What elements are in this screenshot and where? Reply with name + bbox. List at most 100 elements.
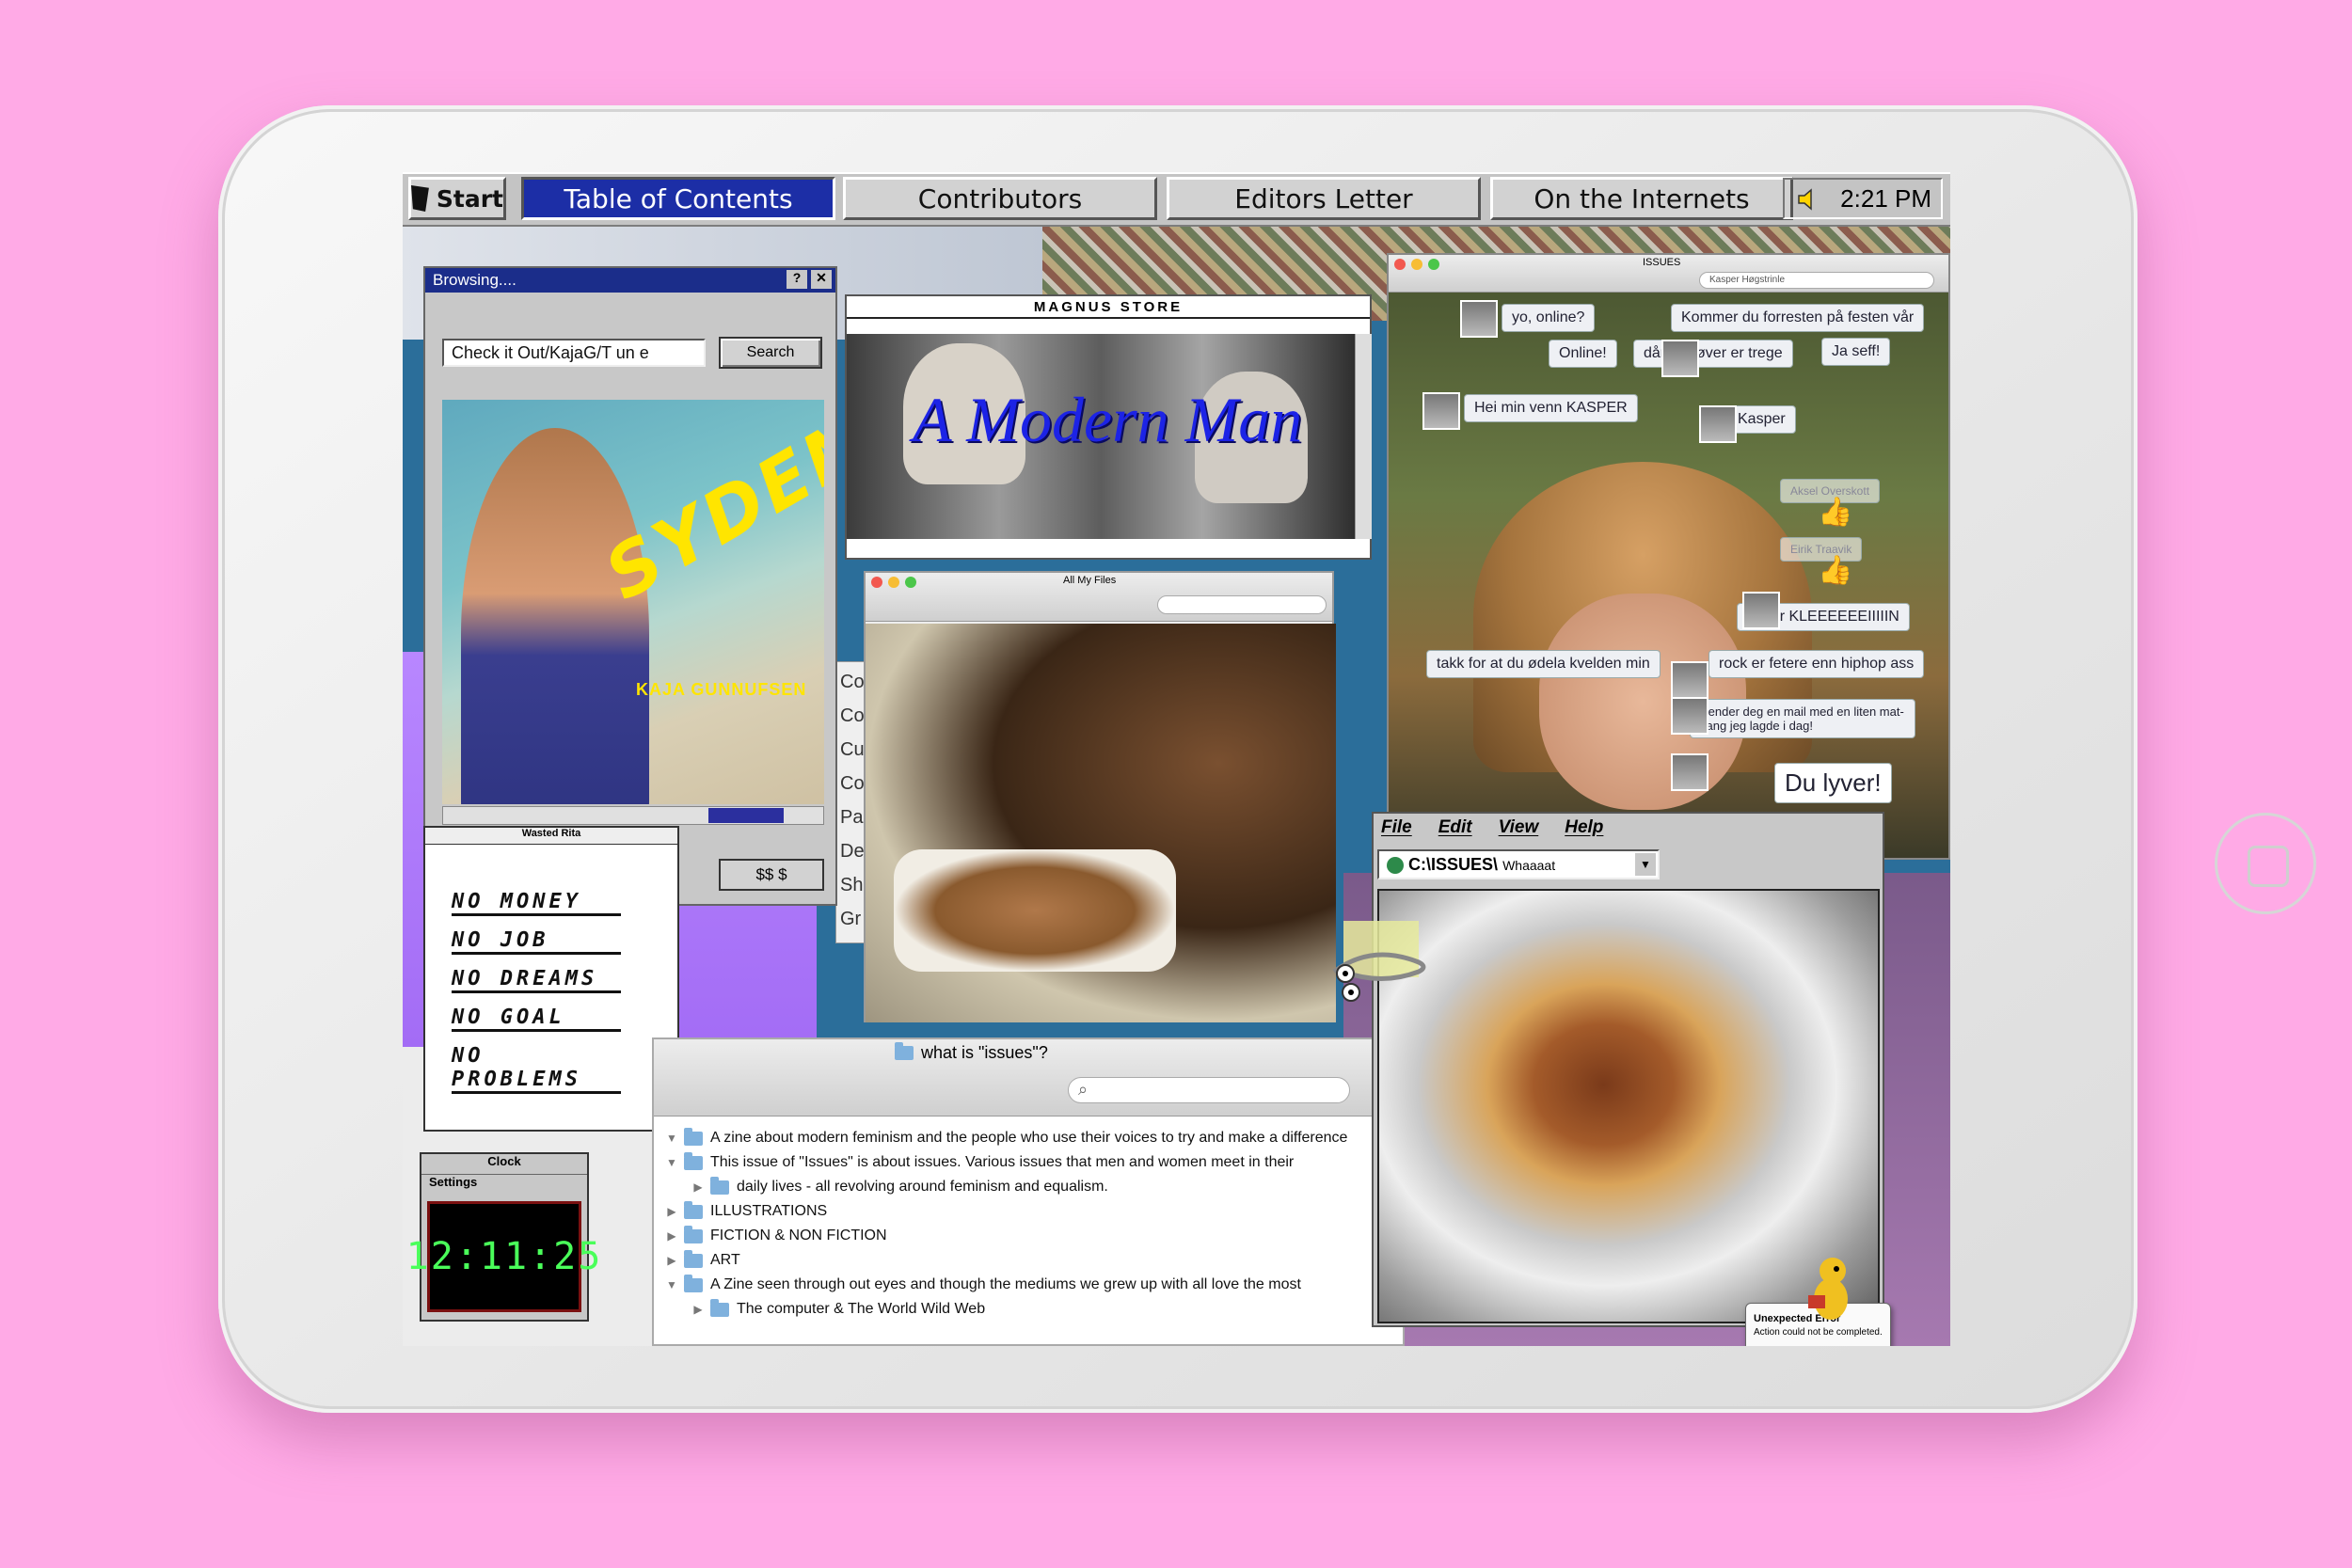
files-toolbar: All My Files bbox=[866, 573, 1332, 622]
folder-icon bbox=[684, 1225, 703, 1243]
rita-line: NO PROBLEMS bbox=[452, 1044, 621, 1094]
avatar[interactable] bbox=[1422, 392, 1460, 430]
close-icon[interactable]: ✕ bbox=[811, 270, 832, 289]
all-my-files-window: All My Files bbox=[864, 571, 1336, 1022]
speaker-icon[interactable] bbox=[1796, 187, 1820, 212]
thumbs-up-icon[interactable]: 👍 bbox=[1818, 496, 1852, 529]
path-dropdown[interactable]: C:\ISSUES\ Whaaaat ▼ bbox=[1377, 849, 1660, 879]
menu-view[interactable]: View bbox=[1499, 817, 1539, 840]
clock-time: 2:21 PM bbox=[1840, 183, 1931, 213]
finder-row-label: FICTION & NON FICTION bbox=[710, 1227, 887, 1243]
avatar[interactable] bbox=[1671, 661, 1708, 699]
finder-row-label: A zine about modern feminism and the peo… bbox=[710, 1130, 1348, 1146]
menu-edit[interactable]: Edit bbox=[1438, 817, 1472, 840]
menu-help[interactable]: Help bbox=[1565, 817, 1603, 840]
tab-table-of-contents[interactable]: Table of Contents bbox=[521, 177, 835, 220]
files-search-field[interactable] bbox=[1157, 595, 1327, 614]
finder-row[interactable]: ▶ ART bbox=[654, 1248, 1406, 1273]
finder-row[interactable]: ▼ A Zine seen through out eyes and though… bbox=[654, 1273, 1406, 1297]
disclosure-closed-icon[interactable]: ▶ bbox=[691, 1180, 705, 1194]
finder-search-field[interactable]: ⌕ bbox=[1068, 1077, 1350, 1103]
start-button[interactable]: Start bbox=[408, 177, 506, 220]
disclosure-open-icon[interactable]: ▼ bbox=[665, 1156, 678, 1169]
finder-window: what is "issues"? ⌕ ▼ A zine about modern… bbox=[652, 1037, 1405, 1346]
finder-row-label: ART bbox=[710, 1252, 740, 1268]
avatar[interactable] bbox=[1699, 405, 1737, 443]
finder-row-label: A Zine seen through out eyes and though … bbox=[710, 1276, 1301, 1292]
side-label[interactable]: Sh bbox=[840, 875, 863, 896]
finder-row[interactable]: ▶ FICTION & NON FICTION bbox=[654, 1224, 1406, 1248]
close-dot-icon[interactable] bbox=[1394, 259, 1406, 270]
rita-title: Wasted Rita bbox=[425, 828, 677, 845]
finder-row[interactable]: ▶ ILLUSTRATIONS bbox=[654, 1199, 1406, 1224]
finder-row[interactable]: ▼ This issue of "Issues" is about issues.… bbox=[654, 1150, 1406, 1175]
tab-editors-letter[interactable]: Editors Letter bbox=[1167, 177, 1481, 220]
finder-row[interactable]: ▶ daily lives - all revolving around femi… bbox=[654, 1175, 1406, 1199]
path-text: C:\ISSUES\ bbox=[1408, 855, 1499, 874]
tab-contributors[interactable]: Contributors bbox=[843, 177, 1157, 220]
kitchen-photo bbox=[866, 624, 1336, 1022]
minimize-dot-icon[interactable] bbox=[888, 577, 899, 588]
dog-assistant-icon[interactable] bbox=[1795, 1254, 1861, 1329]
screen: Co Co Cu Co Pa De Sh Gr Start Table of Contents… bbox=[403, 172, 1950, 1346]
chevron-down-icon[interactable]: ▼ bbox=[1635, 853, 1656, 876]
side-label[interactable]: Cu bbox=[840, 739, 865, 761]
files-title: All My Files bbox=[1063, 575, 1117, 586]
rita-text: NO MONEY NO JOB NO DREAMS NO GOAL NO PROBLEM… bbox=[425, 845, 677, 1094]
browse-input[interactable]: Check it Out/KajaG/T un e bbox=[442, 339, 706, 367]
avatar[interactable] bbox=[1671, 753, 1708, 791]
side-label[interactable]: Pa bbox=[840, 807, 863, 829]
chat-message: takk for at du ødela kvelden min bbox=[1426, 650, 1661, 678]
chat-message: Online! bbox=[1549, 340, 1617, 368]
search-button[interactable]: Search bbox=[719, 337, 822, 369]
side-label[interactable]: Co bbox=[840, 705, 865, 727]
drive-icon bbox=[1387, 857, 1404, 875]
disclosure-closed-icon[interactable]: ▶ bbox=[691, 1303, 705, 1316]
horizontal-scrollbar[interactable] bbox=[442, 806, 824, 825]
disclosure-open-icon[interactable]: ▼ bbox=[665, 1278, 678, 1291]
side-label[interactable]: Gr bbox=[840, 909, 861, 930]
disclosure-closed-icon[interactable]: ▶ bbox=[665, 1229, 678, 1243]
issues-search-field[interactable]: Kasper Høgstrinle bbox=[1699, 272, 1934, 289]
disclosure-open-icon[interactable]: ▼ bbox=[665, 1132, 678, 1145]
clippy-icon[interactable] bbox=[1325, 915, 1438, 1019]
finder-row-label: The computer & The World Wild Web bbox=[737, 1301, 986, 1317]
close-dot-icon[interactable] bbox=[871, 577, 882, 588]
disclosure-closed-icon[interactable]: ▶ bbox=[665, 1205, 678, 1218]
browsing-title: Browsing.... bbox=[433, 271, 516, 289]
menu-file[interactable]: File bbox=[1381, 817, 1412, 840]
roast-chicken bbox=[894, 849, 1176, 972]
folder-icon bbox=[684, 1127, 703, 1146]
zoom-dot-icon[interactable] bbox=[905, 577, 916, 588]
finder-title: what is "issues"? bbox=[921, 1043, 1048, 1062]
folder-icon bbox=[710, 1298, 729, 1317]
finder-row[interactable]: ▼ A zine about modern feminism and the pe… bbox=[654, 1126, 1406, 1150]
modern-man-banner: MAGNUS STORE bbox=[847, 296, 1370, 319]
avatar[interactable] bbox=[1742, 592, 1780, 629]
help-icon[interactable]: ? bbox=[787, 270, 807, 289]
finder-row-label: daily lives - all revolving around femin… bbox=[737, 1179, 1108, 1195]
home-button[interactable] bbox=[2215, 813, 2316, 914]
side-label[interactable]: Co bbox=[840, 773, 865, 795]
disclosure-closed-icon[interactable]: ▶ bbox=[665, 1254, 678, 1267]
thumbs-up-icon[interactable]: 👍 bbox=[1818, 554, 1852, 587]
taskbar-clock[interactable]: 2:21 PM bbox=[1783, 178, 1943, 219]
side-label[interactable]: Co bbox=[840, 672, 865, 693]
price-button[interactable]: $$ $ bbox=[719, 859, 824, 891]
zoom-dot-icon[interactable] bbox=[1428, 259, 1439, 270]
tab-on-the-internets[interactable]: On the Internets bbox=[1490, 177, 1793, 220]
folder-icon bbox=[684, 1249, 703, 1268]
finder-title-wrap: what is "issues"? bbox=[889, 1042, 1048, 1063]
rita-line: NO DREAMS bbox=[452, 967, 621, 993]
side-label[interactable]: De bbox=[840, 841, 865, 863]
folder-icon bbox=[684, 1200, 703, 1219]
avatar[interactable] bbox=[1460, 300, 1498, 338]
finder-row[interactable]: ▶ The computer & The World Wild Web bbox=[654, 1297, 1406, 1322]
scroll-thumb[interactable] bbox=[708, 808, 784, 823]
avatar[interactable] bbox=[1661, 340, 1699, 377]
avatar[interactable] bbox=[1671, 697, 1708, 735]
browsing-window: Browsing.... ? ✕ Check it Out/KajaG/T un… bbox=[423, 266, 837, 906]
clock-settings-menu[interactable]: Settings bbox=[421, 1175, 587, 1189]
minimize-dot-icon[interactable] bbox=[1411, 259, 1422, 270]
scrollbar[interactable] bbox=[1355, 334, 1372, 539]
